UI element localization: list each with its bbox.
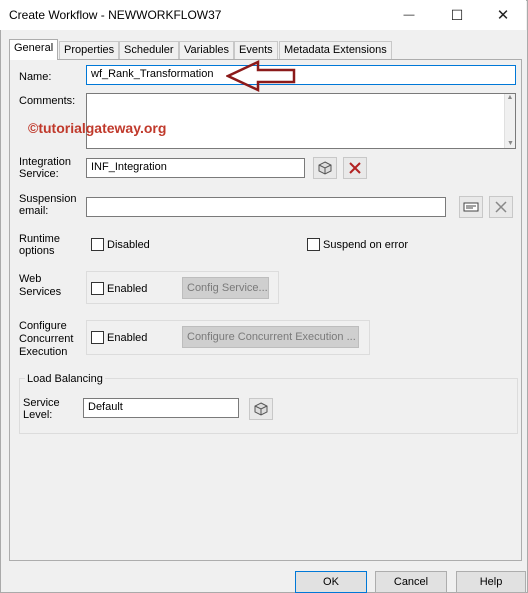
name-label: Name:: [19, 71, 52, 83]
tab-events[interactable]: Events: [234, 41, 278, 59]
tab-properties[interactable]: Properties: [59, 41, 120, 59]
load-balancing-title: Load Balancing: [25, 373, 105, 385]
maximize-icon: ☐: [450, 6, 464, 23]
concurrent-label-line2: Concurrent: [19, 333, 74, 345]
web-services-label-line1: Web: [19, 273, 42, 285]
suspension-email-label-line1: Suspension: [19, 193, 77, 205]
configure-concurrent-button[interactable]: Configure Concurrent Execution ...: [182, 326, 359, 348]
delete-x-disabled-icon: [495, 201, 507, 213]
service-level-label-line1: Service: [23, 397, 60, 409]
ok-button[interactable]: OK: [295, 571, 367, 593]
disabled-checkbox-label: Disabled: [107, 239, 150, 251]
config-service-button[interactable]: Config Service...: [182, 277, 269, 299]
maximize-button[interactable]: ☐: [434, 0, 480, 30]
window-title: Create Workflow - NEWWORKFLOW37: [9, 8, 222, 22]
scroll-up-icon: ▲: [506, 94, 514, 101]
email-picker-icon: [463, 202, 479, 212]
integration-service-label-line2: Service:: [19, 168, 59, 180]
delete-x-icon: [349, 162, 361, 174]
scroll-down-icon: ▼: [507, 140, 514, 147]
runtime-options-label-line1: Runtime: [19, 233, 60, 245]
tab-variables[interactable]: Variables: [179, 41, 235, 59]
close-button[interactable]: ✕: [480, 0, 526, 30]
cancel-button[interactable]: Cancel: [375, 571, 447, 593]
service-level-label-line2: Level:: [23, 409, 53, 421]
comments-label: Comments:: [19, 95, 76, 107]
disabled-checkbox[interactable]: [91, 238, 104, 251]
tab-metadata-extensions[interactable]: Metadata Extensions: [279, 41, 392, 59]
browse-email-button[interactable]: [459, 196, 483, 218]
browse-service-level-button[interactable]: [249, 398, 273, 420]
service-level-field: Default: [83, 398, 239, 418]
integration-service-label-line1: Integration: [19, 156, 71, 168]
suspend-on-error-label: Suspend on error: [323, 239, 408, 251]
concurrent-label-line1: Configure: [19, 320, 67, 332]
web-services-label-line2: Services: [19, 286, 62, 298]
clear-integration-button[interactable]: [343, 157, 367, 179]
annotation-arrow-icon: [226, 60, 296, 92]
comments-scrollbar[interactable]: ▲ ▼: [504, 94, 515, 148]
integration-service-field: INF_Integration: [86, 158, 305, 178]
suspension-email-input[interactable]: [86, 197, 446, 217]
runtime-options-label-line2: options: [19, 245, 55, 257]
help-button[interactable]: Help: [456, 571, 526, 593]
cube-icon: [318, 161, 332, 175]
concurrent-enabled-label: Enabled: [107, 332, 148, 344]
suspension-email-label-line2: email:: [19, 205, 49, 217]
minimize-icon: —: [403, 9, 415, 21]
tab-scheduler[interactable]: Scheduler: [119, 41, 179, 59]
browse-integration-button[interactable]: [313, 157, 337, 179]
close-icon: ✕: [496, 7, 510, 24]
minimize-button[interactable]: —: [386, 0, 432, 30]
clear-email-button[interactable]: [489, 196, 513, 218]
web-services-enabled-label: Enabled: [107, 283, 148, 295]
concurrent-label-line3: Execution: [19, 346, 68, 358]
tab-general[interactable]: General: [9, 39, 59, 60]
suspend-on-error-checkbox[interactable]: [307, 238, 320, 251]
watermark-text: ©tutorialgateway.org: [28, 120, 167, 136]
concurrent-enabled-checkbox[interactable]: [91, 331, 104, 344]
web-services-enabled-checkbox[interactable]: [91, 282, 104, 295]
name-input[interactable]: wf_Rank_Transformation: [86, 65, 516, 85]
cube-icon: [254, 402, 268, 416]
